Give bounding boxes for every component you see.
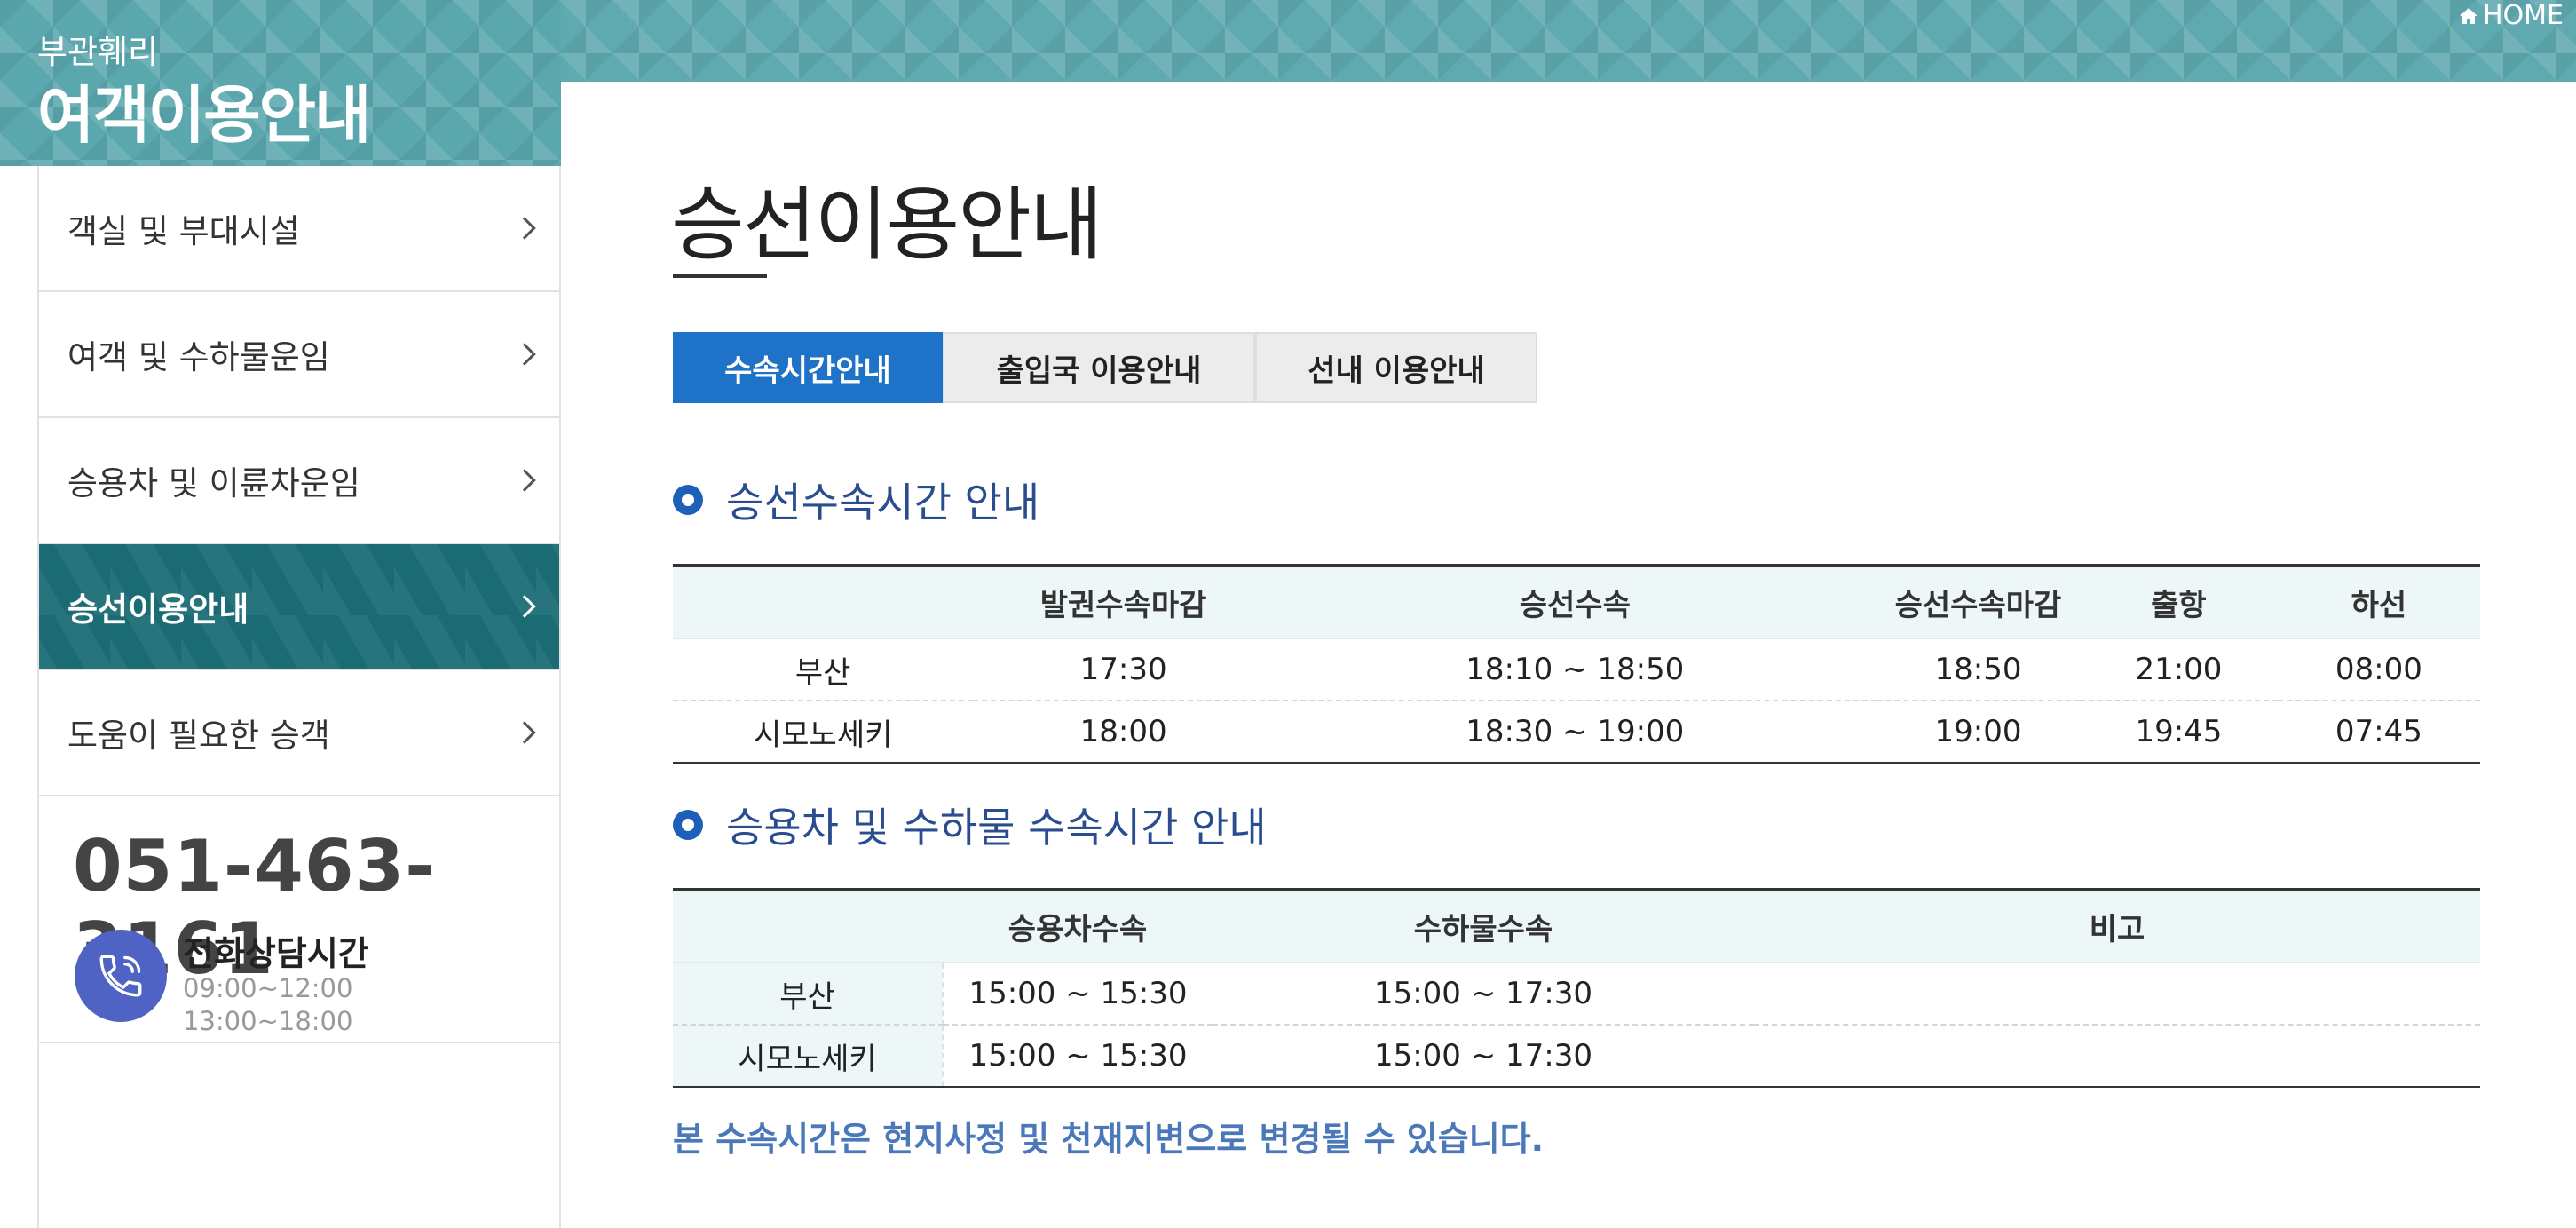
table-cell: 부산 xyxy=(673,638,974,701)
chevron-right-icon xyxy=(513,217,536,240)
home-label: HOME xyxy=(2482,0,2564,31)
table-cell: 15:00 ~ 17:30 xyxy=(1213,1025,1754,1088)
table-header-row: 승용차수속 수하물수속 비고 xyxy=(673,888,2480,963)
table-cell: 부산 xyxy=(673,963,944,1026)
sidebar-item-label: 승용차 및 이륜차운임 xyxy=(67,464,360,503)
vehicle-times-table: 승용차수속 수하물수속 비고 부산 15:00 ~ 15:30 15:00 ~ … xyxy=(673,888,2480,1088)
table-cell: 18:50 xyxy=(1876,638,2081,701)
sidebar-item-cabins[interactable]: 객실 및 부대시설 xyxy=(39,166,559,292)
phone-icon xyxy=(75,930,167,1022)
boarding-section-heading: 승선수속시간 안내 xyxy=(673,471,1039,529)
vehicle-section-heading: 승용차 및 수하물 수속시간 안내 xyxy=(673,796,1267,854)
tab-bar: 수속시간안내 출입국 이용안내 선내 이용안내 xyxy=(673,332,1537,403)
table-cell: 15:00 ~ 15:30 xyxy=(943,1025,1213,1088)
sidebar-item-label: 도움이 필요한 승객 xyxy=(67,717,330,755)
tab-onboard-guide[interactable]: 선내 이용안내 xyxy=(1255,332,1537,403)
table-row: 시모노세키 18:00 18:30 ~ 19:00 19:00 19:45 07… xyxy=(673,701,2480,764)
table-cell xyxy=(1754,1025,2480,1088)
table-header xyxy=(673,564,974,639)
table-cell: 18:30 ~ 19:00 xyxy=(1273,701,1877,764)
sidebar-item-boarding-guide[interactable]: 승선이용안내 xyxy=(39,544,559,670)
chevron-right-icon xyxy=(513,721,536,744)
table-cell: 21:00 xyxy=(2080,638,2278,701)
table-cell: 시모노세키 xyxy=(673,701,974,764)
table-header: 비고 xyxy=(1754,888,2480,963)
sidebar-item-label: 객실 및 부대시설 xyxy=(67,212,300,250)
page-title: 승선이용안내 xyxy=(671,178,1103,272)
table-header-row: 발권수속마감 승선수속 승선수속마감 출항 하선 xyxy=(673,564,2480,639)
table-header: 출항 xyxy=(2080,564,2278,639)
table-cell: 15:00 ~ 17:30 xyxy=(1213,963,1754,1026)
table-row: 부산 17:30 18:10 ~ 18:50 18:50 21:00 08:00 xyxy=(673,638,2480,701)
tab-procedure-times[interactable]: 수속시간안내 xyxy=(673,332,943,403)
bullet-icon xyxy=(673,810,703,840)
section-heading-text: 승용차 및 수하물 수속시간 안내 xyxy=(726,804,1267,852)
home-link[interactable]: HOME xyxy=(2458,0,2564,31)
table-cell: 시모노세키 xyxy=(673,1025,944,1088)
page: HOME 부관훼리 여객이용안내 객실 및 부대시설 여객 및 수하물운임 승용… xyxy=(0,0,2576,1228)
table-header: 하선 xyxy=(2277,564,2480,639)
tab-immigration-guide[interactable]: 출입국 이용안내 xyxy=(943,332,1255,403)
table-cell: 17:30 xyxy=(973,638,1274,701)
table-header: 수하물수속 xyxy=(1213,888,1754,963)
table-cell xyxy=(1754,963,2480,1026)
table-header: 승용차수속 xyxy=(943,888,1213,963)
table-cell: 19:00 xyxy=(1876,701,2081,764)
home-icon xyxy=(2459,7,2477,24)
table-cell: 07:45 xyxy=(2277,701,2480,764)
chevron-right-icon xyxy=(513,469,536,492)
table-header: 발권수속마감 xyxy=(973,564,1274,639)
section-heading-text: 승선수속시간 안내 xyxy=(726,479,1040,527)
chevron-right-icon xyxy=(513,343,536,366)
sidebar: 객실 및 부대시설 여객 및 수하물운임 승용차 및 이륜차운임 승선이용안내 … xyxy=(37,166,561,1228)
boarding-times-table: 발권수속마감 승선수속 승선수속마감 출항 하선 부산 17:30 18:10 … xyxy=(673,564,2480,764)
table-header: 승선수속마감 xyxy=(1876,564,2081,639)
sidebar-item-assistance[interactable]: 도움이 필요한 승객 xyxy=(39,670,559,796)
chevron-right-icon xyxy=(513,595,536,618)
sidebar-item-vehicle-fares[interactable]: 승용차 및 이륜차운임 xyxy=(39,418,559,544)
table-cell: 19:45 xyxy=(2080,701,2278,764)
notice-text: 본 수속시간은 현지사정 및 천재지변으로 변경될 수 있습니다. xyxy=(673,1120,1545,1159)
table-header xyxy=(673,888,943,963)
table-row: 시모노세키 15:00 ~ 15:30 15:00 ~ 17:30 xyxy=(673,1025,2480,1088)
phone-hours-afternoon: 13:00~18:00 xyxy=(183,1006,353,1036)
sidebar-item-fares[interactable]: 여객 및 수하물운임 xyxy=(39,292,559,418)
table-cell: 15:00 ~ 15:30 xyxy=(943,963,1213,1026)
table-cell: 08:00 xyxy=(2277,638,2480,701)
title-underline xyxy=(673,274,767,278)
section-title: 여객이용안내 xyxy=(37,79,371,152)
table-cell: 18:10 ~ 18:50 xyxy=(1273,638,1877,701)
section-title-box: 부관훼리 여객이용안내 xyxy=(0,0,561,166)
phone-consult-label: 전화상담시간 xyxy=(183,934,369,973)
sidebar-item-label: 여객 및 수하물운임 xyxy=(67,338,330,376)
table-row: 부산 15:00 ~ 15:30 15:00 ~ 17:30 xyxy=(673,963,2480,1026)
sidebar-item-label: 승선이용안내 xyxy=(67,590,249,629)
phone-consult-hours: 09:00~12:00 13:00~18:00 xyxy=(183,972,352,1038)
table-header: 승선수속 xyxy=(1273,564,1877,639)
phone-hours-morning: 09:00~12:00 xyxy=(183,973,353,1003)
phone-consult-box: 051-463-3161 전화상담시간 09:00~12:00 13:00~18… xyxy=(39,798,559,1043)
table-cell: 18:00 xyxy=(973,701,1274,764)
bullet-icon xyxy=(673,485,703,515)
